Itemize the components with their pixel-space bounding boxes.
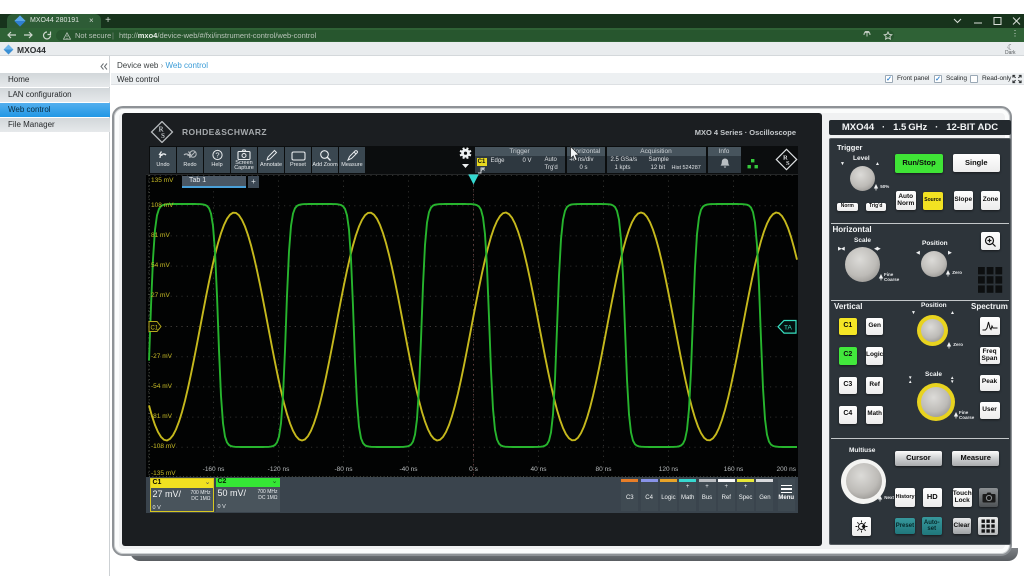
svg-text:S: S bbox=[161, 132, 165, 140]
svg-text:S: S bbox=[786, 160, 790, 167]
svg-text:TA: TA bbox=[784, 325, 792, 332]
svg-text:?: ? bbox=[215, 151, 219, 160]
svg-text:C1: C1 bbox=[151, 326, 159, 332]
